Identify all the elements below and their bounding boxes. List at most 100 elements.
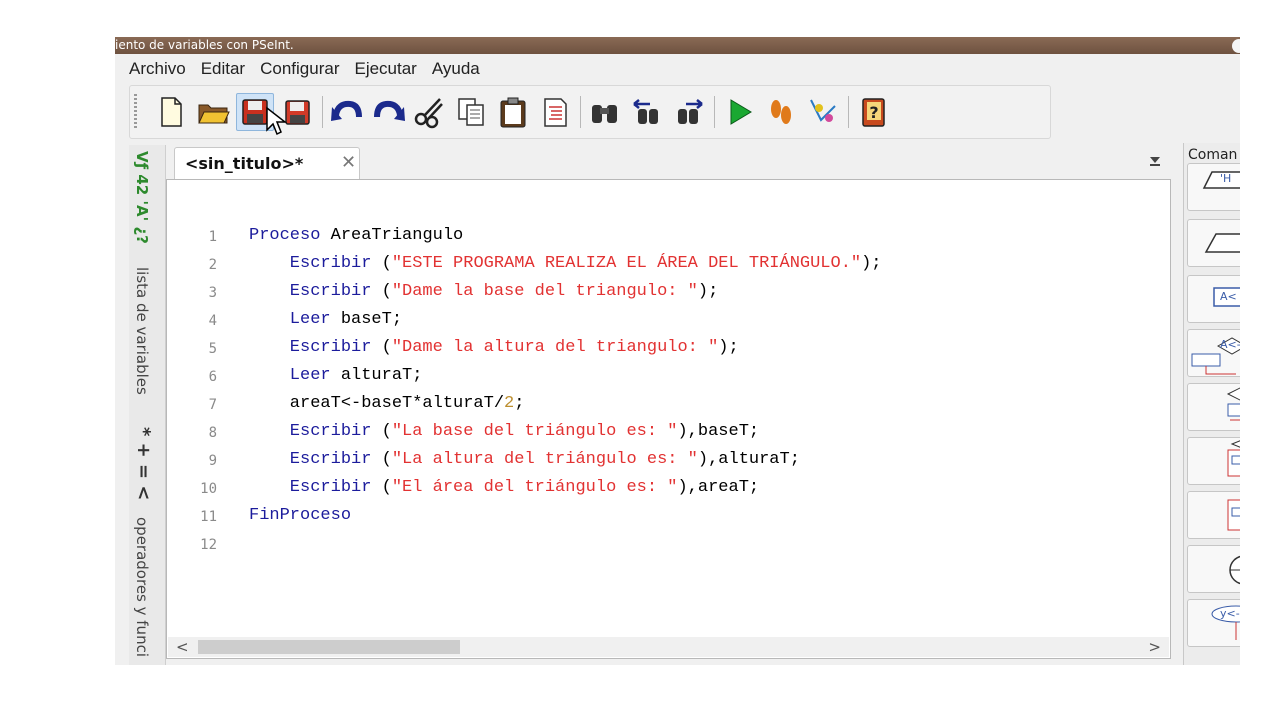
tab-bar: <sin_titulo>* ✕: [166, 143, 1171, 179]
command-button-2[interactable]: [1187, 219, 1240, 267]
code-token: (: [381, 282, 392, 301]
paste-icon: [500, 97, 526, 128]
line-number: 12: [200, 537, 217, 553]
code-token: (: [381, 478, 392, 497]
commands-panel-title: Coman: [1188, 147, 1238, 163]
code-token: (: [381, 254, 392, 273]
scroll-right-icon[interactable]: >: [1148, 638, 1161, 656]
step-by-step-button[interactable]: [762, 93, 800, 131]
line-number: 2: [208, 257, 217, 273]
tab-list-dropdown-icon[interactable]: [1150, 157, 1160, 166]
help-book-icon: ?: [862, 98, 885, 127]
code-editor[interactable]: < > 1 2 3 4 5 6 7 8 9 10 11 12 Proceso AreaTriangulo…: [166, 179, 1171, 659]
draw-flowchart-button[interactable]: [804, 93, 842, 131]
menu-configurar[interactable]: Configurar: [260, 59, 339, 79]
indent-icon: [544, 98, 567, 127]
menu-bar: Archivo Editar Configurar Ejecutar Ayuda: [129, 54, 495, 84]
close-tab-icon[interactable]: ✕: [341, 152, 356, 173]
code-line[interactable]: Escribir ("La base del triángulo es: "),…: [249, 422, 759, 441]
code-line[interactable]: FinProceso: [249, 506, 351, 525]
variables-symbols: Vƒ 42 'A' ¿?: [133, 151, 151, 244]
play-icon: [730, 99, 752, 125]
command-button-6[interactable]: [1187, 437, 1240, 485]
code-line[interactable]: Escribir ("Dame la altura del triangulo:…: [249, 338, 739, 357]
window-control-icon[interactable]: [1232, 39, 1240, 53]
line-number: 9: [208, 453, 217, 469]
command-button-3[interactable]: A<: [1187, 275, 1240, 323]
code-string: "ESTE PROGRAMA REALIZA EL ÁREA DEL TRIÁN…: [391, 254, 862, 273]
command-icon: [1227, 499, 1240, 531]
tab-label: <sin_titulo>*: [185, 154, 304, 173]
command-icon: [1204, 233, 1240, 253]
code-token: );: [697, 282, 719, 301]
commands-panel: Coman 'H A< A<-B y<-f: [1183, 143, 1240, 665]
command-label: 'H: [1220, 172, 1232, 185]
command-button-5[interactable]: [1187, 383, 1240, 431]
operators-symbols: * + = <: [133, 427, 154, 501]
find-next-button[interactable]: [670, 93, 708, 131]
horizontal-scrollbar[interactable]: < >: [168, 637, 1169, 657]
cut-button[interactable]: [410, 93, 448, 131]
find-previous-button[interactable]: [628, 93, 666, 131]
open-file-button[interactable]: [194, 93, 232, 131]
code-token: AreaTriangulo: [330, 226, 464, 245]
code-line[interactable]: Proceso AreaTriangulo: [249, 226, 463, 245]
redo-icon: [374, 100, 405, 121]
code-line[interactable]: Leer baseT;: [249, 310, 402, 329]
menu-ejecutar[interactable]: Ejecutar: [354, 59, 416, 79]
run-button[interactable]: [720, 93, 758, 131]
code-line[interactable]: Escribir ("ESTE PROGRAMA REALIZA EL ÁREA…: [249, 254, 882, 273]
toolbar-grip[interactable]: [134, 94, 137, 130]
flowchart-icon: [810, 99, 836, 122]
line-number: 1: [208, 229, 217, 245]
paste-button[interactable]: [494, 93, 532, 131]
code-token: ;: [514, 394, 525, 413]
code-token: alturaT;: [340, 366, 423, 385]
code-line[interactable]: Leer alturaT;: [249, 366, 423, 385]
new-file-button[interactable]: [152, 93, 190, 131]
menu-ayuda[interactable]: Ayuda: [432, 59, 480, 79]
code-token: );: [718, 338, 739, 357]
code-string: "La altura del triángulo es: ": [391, 450, 698, 469]
line-number: 6: [208, 369, 217, 385]
scroll-left-icon[interactable]: <: [176, 638, 189, 656]
code-token: ),areaT;: [677, 478, 760, 497]
help-button[interactable]: ?: [854, 93, 892, 131]
redo-button[interactable]: [370, 93, 408, 131]
code-keyword: Escribir: [249, 338, 382, 357]
undo-button[interactable]: [328, 93, 366, 131]
menu-editar[interactable]: Editar: [201, 59, 245, 79]
code-keyword: Escribir: [249, 478, 382, 497]
svg-text:?: ?: [869, 103, 878, 122]
command-button-8[interactable]: [1187, 545, 1240, 593]
code-string: "Dame la base del triangulo: ": [391, 282, 698, 301]
copy-icon: [458, 98, 484, 126]
operators-functions-tab[interactable]: operadores y funci: [133, 517, 151, 657]
variables-list-tab[interactable]: lista de variables: [133, 267, 151, 395]
code-string: "El área del triángulo es: ": [391, 478, 678, 497]
indent-button[interactable]: [536, 93, 574, 131]
window-title: iento de variables con PSeInt.: [115, 38, 294, 52]
toolbar-separator: [714, 96, 715, 128]
command-button-1[interactable]: 'H: [1187, 163, 1240, 211]
command-icon: [1227, 440, 1240, 477]
code-line[interactable]: areaT<-baseT*alturaT/2;: [249, 394, 525, 413]
command-button-4[interactable]: A<-B: [1187, 329, 1240, 377]
command-icon: [1202, 171, 1240, 189]
copy-button[interactable]: [452, 93, 490, 131]
find-next-icon: [678, 99, 703, 124]
code-line[interactable]: Escribir ("La altura del triángulo es: "…: [249, 450, 800, 469]
code-keyword: Escribir: [249, 282, 382, 301]
code-token: ),alturaT;: [697, 450, 800, 469]
command-button-9[interactable]: y<-f: [1187, 599, 1240, 647]
pseint-window: iento de variables con PSeInt. Archivo E…: [115, 37, 1240, 665]
menu-archivo[interactable]: Archivo: [129, 59, 186, 79]
line-number: 3: [208, 285, 217, 301]
find-button[interactable]: [586, 93, 624, 131]
code-line[interactable]: Escribir ("El área del triángulo es: "),…: [249, 478, 759, 497]
code-line[interactable]: Escribir ("Dame la base del triangulo: "…: [249, 282, 719, 301]
left-side-panel: Vƒ 42 'A' ¿? lista de variables * + = < …: [129, 145, 166, 665]
tab-sin-titulo[interactable]: <sin_titulo>* ✕: [174, 147, 360, 179]
command-button-7[interactable]: [1187, 491, 1240, 539]
scrollbar-thumb[interactable]: [198, 640, 460, 654]
